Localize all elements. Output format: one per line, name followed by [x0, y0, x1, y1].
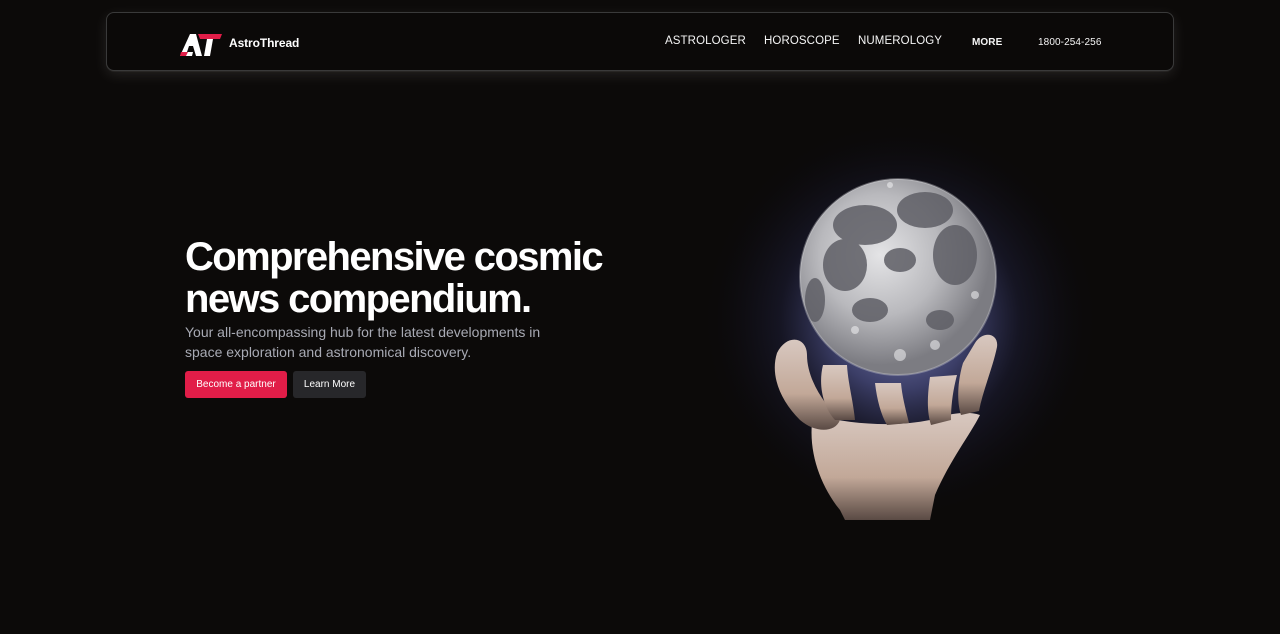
nav-phone-link[interactable]: 1800-254-256	[1038, 37, 1101, 48]
hero-title: Comprehensive cosmic news compendium.	[185, 236, 655, 320]
hero-subtitle: Your all-encompassing hub for the latest…	[185, 322, 585, 362]
hero-subtitle-line: space exploration and astronomical disco…	[185, 344, 472, 360]
hero-title-line: Comprehensive cosmic	[185, 235, 604, 279]
page: AstroThread ASTROLOGER HOROSCOPE NUMEROL…	[0, 0, 1280, 634]
hand-holding-moon-image	[695, 115, 1100, 520]
nav-more-menu[interactable]: MORE	[972, 37, 1002, 48]
learn-more-button[interactable]: Learn More	[293, 371, 366, 398]
become-partner-button[interactable]: Become a partner	[185, 371, 287, 398]
hero-title-line: news compendium.	[185, 277, 532, 321]
nav-link-astrologer[interactable]: ASTROLOGER	[665, 35, 746, 47]
main-nav: ASTROLOGER HOROSCOPE NUMEROLOGY MORE 180…	[107, 13, 1173, 70]
navbar: AstroThread ASTROLOGER HOROSCOPE NUMEROL…	[106, 12, 1174, 71]
nav-link-horoscope[interactable]: HOROSCOPE	[764, 35, 840, 47]
nav-link-numerology[interactable]: NUMEROLOGY	[858, 35, 942, 47]
hero-subtitle-line: Your all-encompassing hub for the latest…	[185, 324, 541, 340]
